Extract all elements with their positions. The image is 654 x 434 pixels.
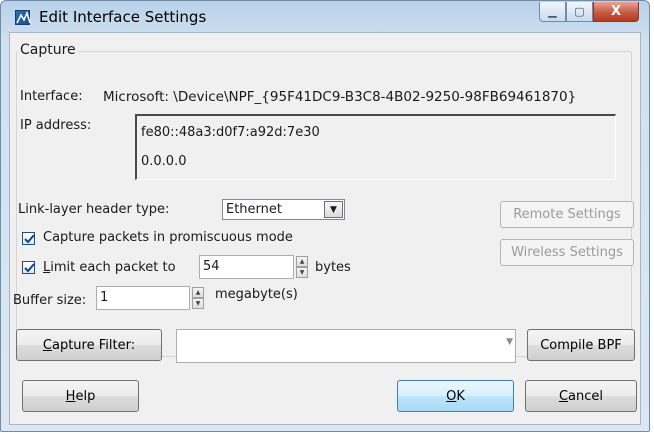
interface-value: Microsoft: \Device\NPF_{95F41DC9-B3C8-4B… [103, 89, 577, 105]
close-button[interactable]: X [593, 2, 639, 22]
cancel-button[interactable]: Cancel [525, 380, 637, 412]
ip-address-list: fe80::48a3:d0f7:a92d:7e30 0.0.0.0 [135, 114, 616, 180]
window-title: Edit Interface Settings [39, 8, 207, 26]
limit-packet-value: 54 [203, 259, 220, 274]
limit-packet-checkbox[interactable] [22, 261, 35, 274]
help-button[interactable]: Help [22, 380, 139, 412]
ip-address-item: fe80::48a3:d0f7:a92d:7e30 [141, 125, 320, 140]
buffer-size-label: Buffer size: [13, 293, 87, 308]
help-label-text: elp [75, 388, 96, 404]
link-layer-value: Ethernet [226, 202, 282, 217]
chevron-down-icon[interactable]: ▼ [324, 201, 343, 218]
capture-filter-label-text: apture Filter: [51, 337, 136, 353]
spin-down-icon[interactable]: ▼ [192, 298, 204, 309]
remote-settings-button[interactable]: Remote Settings [500, 201, 634, 228]
ok-button[interactable]: OK [397, 380, 514, 412]
dialog-client-area: Capture Interface: Microsoft: \Device\NP… [9, 32, 641, 425]
link-layer-label: Link-layer header type: [18, 202, 170, 217]
window-controls: ▁ ▢ X [539, 2, 639, 22]
chevron-down-icon[interactable]: ▼ [506, 337, 513, 347]
ok-accesskey: O [446, 388, 457, 404]
ip-address-item: 0.0.0.0 [141, 154, 187, 169]
buffer-size-unit: megabyte(s) [215, 287, 298, 302]
spin-up-icon[interactable]: ▲ [192, 287, 204, 298]
compile-bpf-button[interactable]: Compile BPF [527, 329, 635, 361]
capture-filter-label: Capture Filter: [43, 338, 135, 353]
ok-label-text: K [456, 388, 465, 404]
capture-filter-button[interactable]: Capture Filter: [16, 329, 162, 361]
limit-packet-label-text: imit each packet to [50, 260, 176, 275]
close-icon: X [610, 4, 622, 19]
help-accesskey: H [65, 388, 76, 404]
limit-packet-input[interactable]: 54 [199, 255, 294, 279]
buffer-size-input[interactable]: 1 [96, 286, 190, 310]
cancel-label-text: ancel [568, 388, 604, 404]
buffer-size-spinner[interactable]: ▲ ▼ [192, 287, 204, 309]
limit-packet-label[interactable]: Limit each packet to [43, 260, 176, 275]
title-bar[interactable]: Edit Interface Settings ▁ ▢ X [1, 1, 649, 31]
maximize-button[interactable]: ▢ [566, 2, 593, 22]
maximize-icon: ▢ [574, 5, 585, 18]
help-label: Help [66, 389, 96, 404]
buffer-size-value: 1 [100, 290, 109, 305]
spin-up-icon[interactable]: ▲ [296, 256, 308, 267]
wireless-settings-label: Wireless Settings [511, 245, 623, 260]
wireshark-app-icon [15, 10, 31, 25]
ip-address-label: IP address: [20, 118, 92, 133]
capture-group-title: Capture [18, 42, 78, 58]
promiscuous-label[interactable]: Capture packets in promiscuous mode [43, 230, 293, 245]
checkmark-icon [24, 263, 35, 273]
minimize-button[interactable]: ▁ [539, 2, 566, 22]
checkmark-icon [24, 234, 35, 244]
spin-down-icon[interactable]: ▼ [296, 267, 308, 278]
interface-label: Interface: [20, 89, 83, 104]
capture-filter-accesskey: C [42, 337, 52, 353]
compile-bpf-label: Compile BPF [540, 337, 622, 353]
wireless-settings-button[interactable]: Wireless Settings [500, 239, 634, 266]
capture-filter-input[interactable]: ▼ [176, 329, 516, 363]
limit-packet-spinner[interactable]: ▲ ▼ [296, 256, 308, 278]
cancel-accesskey: C [558, 388, 569, 404]
edit-interface-settings-dialog: Edit Interface Settings ▁ ▢ X Capture In… [0, 0, 650, 432]
cancel-label: Cancel [559, 389, 603, 404]
promiscuous-checkbox[interactable] [22, 232, 35, 245]
remote-settings-label: Remote Settings [513, 207, 621, 222]
limit-packet-unit: bytes [315, 260, 351, 275]
ok-label: OK [446, 389, 465, 404]
minimize-icon: ▁ [548, 5, 557, 18]
link-layer-select[interactable]: Ethernet ▼ [222, 199, 345, 220]
